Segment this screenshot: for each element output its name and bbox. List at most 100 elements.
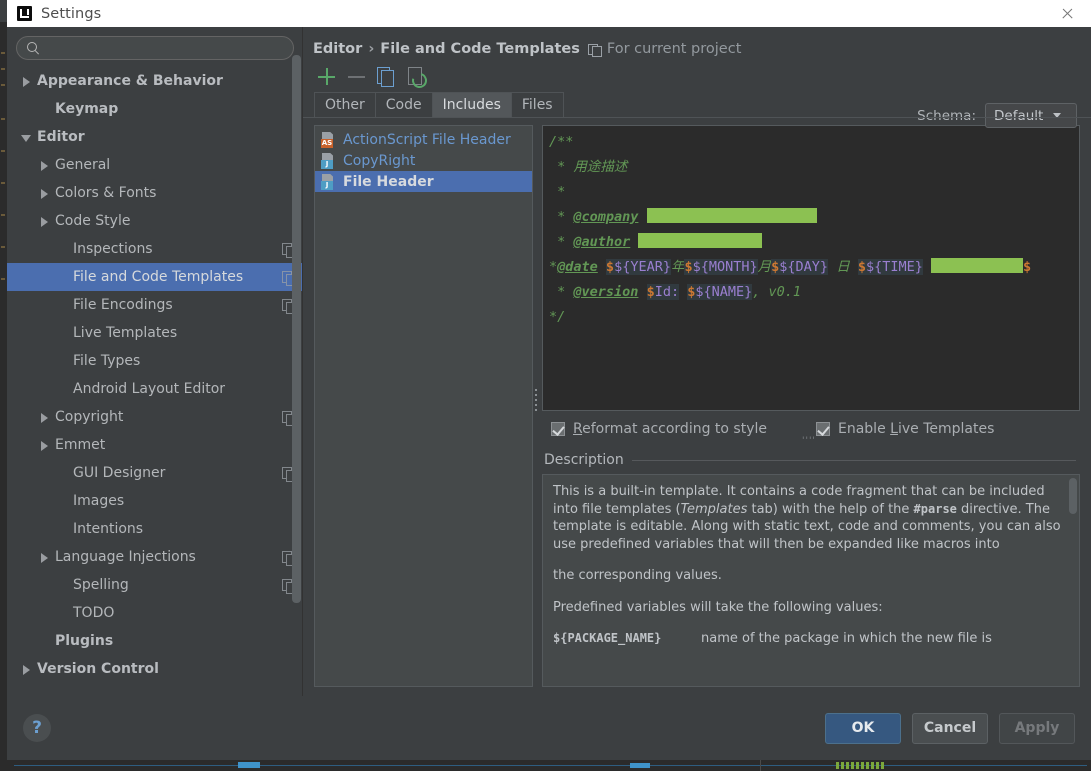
sidebar-item-label: GUI Designer bbox=[73, 465, 166, 481]
sidebar-item-copyright[interactable]: Copyright bbox=[7, 403, 303, 431]
search-input[interactable] bbox=[46, 40, 283, 56]
sidebar-item-label: Spelling bbox=[73, 577, 129, 593]
code-line-2-prefix: * bbox=[549, 159, 574, 175]
chevron-right-icon[interactable] bbox=[39, 412, 50, 423]
reformat-checkbox[interactable] bbox=[551, 422, 565, 436]
tab-other[interactable]: Other bbox=[314, 92, 376, 118]
sidebar-item-label: File and Code Templates bbox=[73, 269, 244, 285]
tab-code[interactable]: Code bbox=[374, 92, 433, 118]
variable-name: ${PACKAGE_NAME} bbox=[553, 631, 662, 645]
sidebar-scrollbar[interactable] bbox=[292, 27, 301, 696]
live-templates-checkbox[interactable] bbox=[816, 422, 830, 436]
search-box[interactable] bbox=[16, 36, 294, 60]
template-list-item[interactable]: J CopyRight bbox=[315, 150, 532, 171]
sidebar-item-language-injections[interactable]: Language Injections bbox=[7, 543, 303, 571]
template-list-item-label: ActionScript File Header bbox=[343, 131, 511, 148]
redacted-author-value bbox=[638, 233, 763, 248]
reformat-label: Reformat according to style bbox=[573, 421, 767, 437]
chevron-right-icon[interactable] bbox=[21, 76, 32, 87]
template-list-item[interactable]: J File Header bbox=[315, 171, 532, 192]
sidebar-item-images[interactable]: Images bbox=[7, 487, 303, 515]
chevron-right-icon[interactable] bbox=[39, 216, 50, 227]
sidebar-scrollbar-thumb[interactable] bbox=[292, 55, 301, 603]
sidebar-item-plugins[interactable]: Plugins bbox=[7, 627, 303, 655]
sidebar-item-intentions[interactable]: Intentions bbox=[7, 515, 303, 543]
help-icon[interactable]: ? bbox=[23, 714, 51, 742]
reset-template-button[interactable] bbox=[404, 64, 434, 90]
sidebar-item-emmet[interactable]: Emmet bbox=[7, 431, 303, 459]
sidebar-item-editor[interactable]: Editor bbox=[7, 123, 303, 151]
chevron-right-icon[interactable] bbox=[39, 552, 50, 563]
sidebar-item-colors-fonts[interactable]: Colors & Fonts bbox=[7, 179, 303, 207]
code-tag-version: @version bbox=[573, 284, 639, 300]
settings-dialog: Settings Appearance & Behavior Keymap Edit… bbox=[7, 0, 1091, 760]
sidebar-item-version-control[interactable]: Version Control bbox=[7, 655, 303, 683]
settings-tree[interactable]: Appearance & Behavior Keymap Editor General… bbox=[7, 66, 303, 696]
file-template-icon: AS bbox=[321, 131, 336, 148]
sidebar-item-live-templates[interactable]: Live Templates bbox=[7, 319, 303, 347]
sidebar-item-file-and-code-templates[interactable]: File and Code Templates bbox=[7, 263, 303, 291]
sidebar-item-file-encodings[interactable]: File Encodings bbox=[7, 291, 303, 319]
panel-splitter[interactable] bbox=[533, 125, 542, 687]
tab-includes[interactable]: Includes bbox=[431, 92, 512, 118]
template-list-item[interactable]: AS ActionScript File Header bbox=[315, 129, 532, 150]
add-template-button[interactable] bbox=[314, 64, 344, 90]
chevron-right-icon[interactable] bbox=[21, 664, 32, 675]
redacted-date-value bbox=[931, 258, 1024, 273]
breadcrumb-scope-label: For current project bbox=[606, 41, 742, 57]
editor-options-row: Reformat according to style Enable Live … bbox=[542, 411, 1080, 447]
code-var-time: ${TIME} bbox=[865, 259, 923, 275]
sidebar-item-todo[interactable]: TODO bbox=[7, 599, 303, 627]
chevron-right-icon[interactable] bbox=[39, 188, 50, 199]
breadcrumb-root[interactable]: Editor bbox=[313, 41, 362, 57]
cancel-button[interactable]: Cancel bbox=[912, 712, 988, 744]
sidebar-item-gui-designer[interactable]: GUI Designer bbox=[7, 459, 303, 487]
template-code-editor[interactable]: /** * 用途描述 * * @company * @author *@date… bbox=[542, 125, 1080, 411]
sidebar-item-file-types[interactable]: File Types bbox=[7, 347, 303, 375]
ok-button[interactable]: OK bbox=[825, 712, 901, 744]
chevron-right-icon[interactable] bbox=[39, 440, 50, 451]
sidebar-item-label: Language Injections bbox=[55, 549, 196, 565]
sidebar-item-label: Android Layout Editor bbox=[73, 381, 226, 397]
resize-grip-icon[interactable]: '''' bbox=[802, 436, 816, 446]
template-list-item-label: CopyRight bbox=[343, 152, 416, 169]
sidebar-item-android-layout-editor[interactable]: Android Layout Editor bbox=[7, 375, 303, 403]
copy-template-button[interactable] bbox=[374, 64, 404, 90]
tab-files[interactable]: Files bbox=[510, 92, 564, 118]
chevron-right-icon[interactable] bbox=[39, 160, 50, 171]
code-cn-month: 月 bbox=[757, 259, 772, 275]
sidebar-item-code-style[interactable]: Code Style bbox=[7, 207, 303, 235]
description-paragraph-3: Predefined variables will take the follo… bbox=[553, 599, 883, 615]
chevron-down-icon[interactable] bbox=[21, 132, 32, 143]
template-tabs: Other Code Includes Files bbox=[303, 92, 1091, 118]
remove-template-button[interactable] bbox=[344, 64, 374, 90]
sidebar-item-appearance-behavior[interactable]: Appearance & Behavior bbox=[7, 67, 303, 95]
variable-description: name of the package in which the new fil… bbox=[701, 631, 992, 646]
settings-content-pane: Editor › File and Code Templates For cur… bbox=[303, 27, 1091, 696]
apply-button[interactable]: Apply bbox=[999, 712, 1075, 744]
breadcrumb-current: File and Code Templates bbox=[380, 41, 580, 57]
project-scope-icon bbox=[587, 43, 602, 57]
description-panel: This is a built-in template. It contains… bbox=[542, 474, 1080, 687]
search-icon bbox=[27, 41, 40, 55]
template-list[interactable]: AS ActionScript File Header J CopyRight J Fil… bbox=[314, 125, 533, 687]
search-container bbox=[7, 27, 303, 66]
sidebar-divider bbox=[302, 27, 303, 696]
sidebar-item-keymap[interactable]: Keymap bbox=[7, 95, 303, 123]
description-scrollbar-thumb[interactable] bbox=[1069, 478, 1077, 514]
code-var-year: ${YEAR} bbox=[614, 259, 671, 275]
sidebar-item-label: Code Style bbox=[55, 213, 131, 229]
close-icon[interactable] bbox=[1047, 0, 1087, 27]
dialog-footer: ? OK Cancel Apply bbox=[7, 696, 1091, 760]
sidebar-item-general[interactable]: General bbox=[7, 151, 303, 179]
sidebar-item-inspections[interactable]: Inspections bbox=[7, 235, 303, 263]
sidebar-item-label: Appearance & Behavior bbox=[37, 73, 223, 89]
file-template-icon: J bbox=[321, 173, 336, 190]
sidebar-item-label: Live Templates bbox=[73, 325, 178, 341]
sidebar-item-spelling[interactable]: Spelling bbox=[7, 571, 303, 599]
sidebar-item-label: Intentions bbox=[73, 521, 144, 537]
